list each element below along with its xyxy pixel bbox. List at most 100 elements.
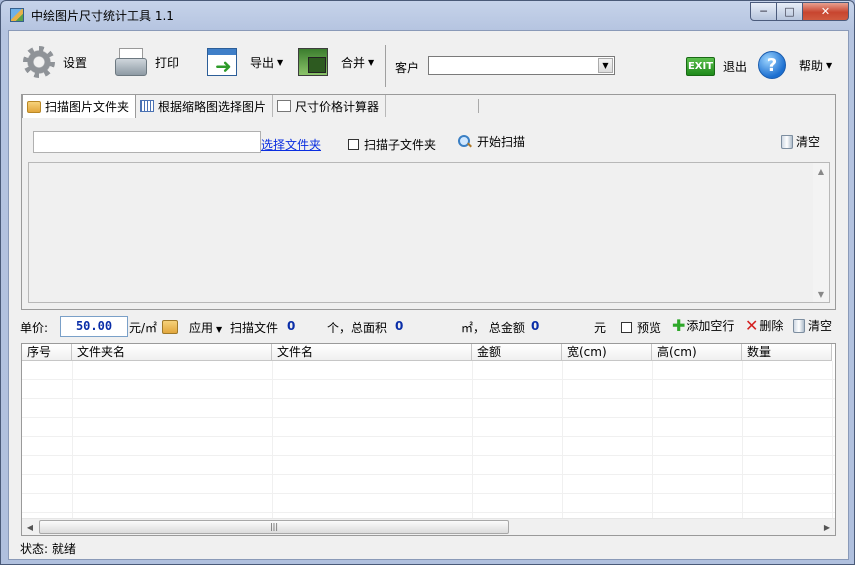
- export-icon: [207, 48, 237, 76]
- clear-scan-button[interactable]: 清空: [781, 133, 820, 150]
- clear-label: 清空: [796, 135, 821, 149]
- unit-price-label: 单价:: [20, 321, 49, 335]
- minimize-button[interactable]: ─: [750, 2, 777, 21]
- toolbar-divider: [385, 45, 386, 87]
- grid-header: 序号 文件夹名 文件名 金额 宽(cm) 高(cm) 数量: [22, 344, 832, 361]
- plus-icon: ✚: [672, 316, 686, 335]
- unit-price-input[interactable]: 50.00: [60, 316, 128, 337]
- trash-icon: [781, 134, 793, 149]
- close-icon: ✕: [820, 5, 831, 18]
- help-icon: ?: [758, 51, 786, 79]
- table-row[interactable]: [22, 418, 835, 437]
- delete-icon: ✕: [745, 316, 759, 335]
- chevron-down-icon[interactable]: ▼: [598, 58, 613, 73]
- table-row[interactable]: [22, 399, 835, 418]
- scan-subfolders-label: 扫描子文件夹: [364, 138, 437, 152]
- merge-button[interactable]: 合并 ▼: [298, 44, 374, 80]
- start-scan-button[interactable]: 开始扫描: [458, 133, 525, 150]
- settings-button[interactable]: 设置: [23, 44, 87, 80]
- chevron-down-icon: ▼: [277, 57, 284, 67]
- tab-label: 根据缩略图选择图片: [158, 99, 267, 114]
- card-icon: [277, 100, 292, 112]
- window-controls: ─ □ ✕: [750, 2, 849, 21]
- clear-label: 清空: [808, 319, 833, 333]
- file-count-value: 0: [287, 319, 296, 333]
- tab-thumbnail-select[interactable]: 根据缩略图选择图片: [136, 95, 274, 117]
- results-grid[interactable]: 序号 文件夹名 文件名 金额 宽(cm) 高(cm) 数量 ◀ ||| ▶: [21, 343, 836, 536]
- chevron-down-icon: ▼: [368, 57, 375, 67]
- tab-label: 扫描图片文件夹: [45, 100, 130, 114]
- column-header-width[interactable]: 宽(cm): [562, 344, 652, 361]
- exit-button[interactable]: EXIT 退出: [686, 48, 747, 84]
- table-row[interactable]: [22, 380, 835, 399]
- merge-images-icon: [298, 48, 328, 76]
- magnifier-icon: [458, 134, 472, 149]
- scroll-right-icon[interactable]: ▶: [819, 519, 835, 535]
- tab-label: 尺寸价格计算器: [295, 99, 380, 114]
- apply-label: 应用: [189, 321, 214, 335]
- maximize-button[interactable]: □: [777, 2, 803, 21]
- chevron-down-icon: ▼: [826, 60, 833, 70]
- tab-strip: 扫描图片文件夹 根据缩略图选择图片 尺寸价格计算器: [22, 94, 387, 118]
- total-amount-label: ㎡， 总金额: [461, 321, 525, 335]
- preview-checkbox[interactable]: 预览: [621, 319, 661, 336]
- column-header-amount[interactable]: 金额: [472, 344, 562, 361]
- table-row[interactable]: [22, 475, 835, 494]
- table-row[interactable]: [22, 361, 835, 380]
- title-bar[interactable]: 中绘图片尺寸统计工具 1.1 ─ □ ✕: [1, 1, 854, 29]
- clear-grid-button[interactable]: 清空: [793, 317, 832, 334]
- add-row-label: 添加空行: [686, 319, 735, 333]
- trash-icon: [793, 318, 805, 333]
- scan-results-list[interactable]: ▲ ▼: [28, 162, 830, 303]
- table-row[interactable]: [22, 456, 835, 475]
- chevron-down-icon: ▼: [216, 325, 223, 334]
- scroll-down-icon[interactable]: ▼: [813, 286, 829, 302]
- print-label: 打印: [155, 55, 180, 70]
- scanned-files-label: 扫描文件: [230, 321, 279, 335]
- apply-button[interactable]: 应用 ▼: [189, 319, 222, 336]
- gear-icon: [23, 46, 55, 78]
- tab-price-calculator[interactable]: 尺寸价格计算器: [273, 95, 387, 117]
- apply-icon: [162, 320, 178, 334]
- grid-icon: [140, 100, 155, 112]
- close-button[interactable]: ✕: [803, 2, 849, 21]
- main-window: 中绘图片尺寸统计工具 1.1 ─ □ ✕ 设置 打印 导出 ▼: [0, 0, 855, 565]
- export-label: 导出: [250, 55, 275, 70]
- add-row-button[interactable]: ✚ 添加空行: [672, 316, 734, 335]
- column-header-height[interactable]: 高(cm): [652, 344, 742, 361]
- scrollbar-thumb[interactable]: |||: [39, 520, 509, 534]
- checkbox-box[interactable]: [621, 322, 632, 333]
- column-header-filename[interactable]: 文件名: [272, 344, 472, 361]
- checkbox-box[interactable]: [348, 139, 359, 150]
- customer-label: 客户: [395, 61, 420, 75]
- print-button[interactable]: 打印: [114, 44, 179, 80]
- help-button[interactable]: ? 帮助 ▼: [758, 47, 832, 83]
- vertical-scrollbar[interactable]: ▲ ▼: [813, 163, 829, 302]
- column-header-index[interactable]: 序号: [22, 344, 72, 361]
- scroll-up-icon[interactable]: ▲: [813, 163, 829, 179]
- start-scan-label: 开始扫描: [477, 135, 526, 149]
- unit-label: 元/㎡: [129, 321, 158, 335]
- status-bar-text: 状态: 就绪: [20, 542, 76, 556]
- customer-combobox[interactable]: ▼: [428, 56, 615, 75]
- folder-icon: [27, 100, 41, 113]
- delete-label: 删除: [759, 319, 784, 333]
- scroll-left-icon[interactable]: ◀: [22, 519, 38, 535]
- select-folder-link[interactable]: 选择文件夹: [261, 136, 321, 153]
- horizontal-scrollbar[interactable]: ◀ ||| ▶: [22, 518, 835, 535]
- column-header-quantity[interactable]: 数量: [742, 344, 832, 361]
- window-title: 中绘图片尺寸统计工具 1.1: [31, 9, 174, 23]
- table-row[interactable]: [22, 494, 835, 513]
- settings-label: 设置: [63, 55, 88, 70]
- column-header-folder[interactable]: 文件夹名: [72, 344, 272, 361]
- folder-path-input[interactable]: [33, 131, 261, 153]
- export-button[interactable]: 导出 ▼: [207, 44, 283, 80]
- app-icon: [10, 8, 24, 22]
- minimize-icon: ─: [760, 5, 767, 18]
- tab-scan-folder[interactable]: 扫描图片文件夹: [22, 94, 137, 118]
- table-row[interactable]: [22, 437, 835, 456]
- tab-panel: 扫描图片文件夹 根据缩略图选择图片 尺寸价格计算器 选择文件夹 扫描子文件夹 开…: [21, 94, 836, 310]
- preview-label: 预览: [637, 321, 662, 335]
- scan-subfolders-checkbox[interactable]: 扫描子文件夹: [348, 136, 436, 153]
- delete-button[interactable]: ✕ 删除: [745, 316, 783, 335]
